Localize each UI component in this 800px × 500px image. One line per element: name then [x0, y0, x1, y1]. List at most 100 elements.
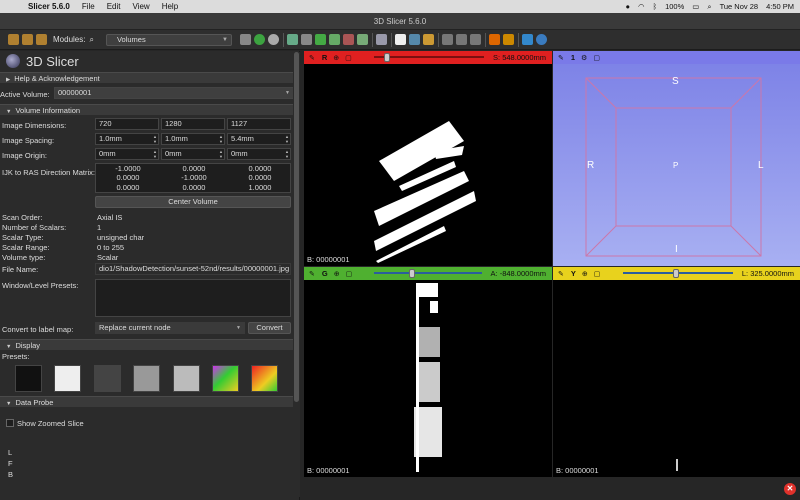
yellow-slice-view[interactable]: ✎ Y ⊕ ▢ L: 325.0000mm B: 00000001 [553, 267, 800, 477]
matrix-cell: 0.0000 [116, 183, 140, 192]
red-slice-view[interactable]: ✎ R ⊕ ▢ S: 548.0000mm B: 00000001 [304, 51, 552, 266]
segment-editor-icon[interactable] [356, 34, 368, 45]
ct-lung-preset-icon[interactable] [173, 365, 200, 392]
data-probe-section-header[interactable]: ▼ Data Probe [0, 396, 299, 407]
dti-preset-icon[interactable] [251, 365, 278, 392]
error-log-icon[interactable]: ✕ [784, 483, 796, 495]
ct-bone-preset-icon[interactable] [15, 365, 42, 392]
load-data-icon[interactable] [8, 34, 19, 45]
yellow-view-corner-annotation: B: 00000001 [556, 466, 599, 475]
3d-view[interactable]: ✎ 1 ⚙ ▢ S R L P I [553, 51, 800, 266]
matrix-cell: 0.0000 [182, 164, 206, 173]
scalar-type-row: Scalar Type: unsigned char [0, 232, 299, 242]
transforms-module-icon[interactable] [328, 34, 340, 45]
forward-arrow-icon[interactable] [267, 34, 279, 45]
spinbox-arrows-icon[interactable]: ▲ ▼ [285, 134, 289, 144]
markups-module-icon[interactable] [342, 34, 354, 45]
convert-label: Convert to label map: [2, 325, 74, 334]
image-dimensions-label: Image Dimensions: [2, 121, 67, 130]
display-section-header[interactable]: ▼ Display [0, 339, 299, 350]
extension-manager-icon[interactable] [521, 34, 533, 45]
scrollbar-thumb[interactable] [294, 52, 299, 402]
probe-readout: L F B [0, 448, 299, 482]
module-list-icon[interactable] [239, 34, 251, 45]
green-slice-view[interactable]: ✎ G ⊕ ▢ A: -848.0000mm B: 00000001 [304, 267, 552, 477]
volume-type-row: Volume type: Scalar [0, 252, 299, 262]
record-icon[interactable]: ● [626, 2, 631, 11]
spacing-y-spinbox[interactable]: 1.0mm ▲ ▼ [161, 133, 225, 145]
show-zoomed-slice-checkbox[interactable] [6, 419, 14, 427]
convert-option-selector[interactable]: Replace current node ▼ [95, 322, 245, 334]
volumes-module-icon[interactable] [300, 34, 312, 45]
models-module-icon[interactable] [314, 34, 326, 45]
spinbox-arrows-icon[interactable]: ▲ ▼ [153, 149, 157, 159]
ijk-matrix[interactable]: -1.0000 0.0000 0.0000 0.0000 -1.0000 0.0… [95, 163, 291, 193]
help-section-header[interactable]: ▶ Help & Acknowledgement [0, 72, 299, 83]
menu-view[interactable]: View [133, 2, 150, 11]
volume-info-section-header[interactable]: ▼ Volume Information [0, 104, 299, 115]
green-view-corner-annotation: B: 00000001 [307, 466, 350, 475]
spacing-z-value: 5.4mm [231, 134, 254, 143]
dimension-x-field: 720 [95, 118, 159, 130]
origin-x-spinbox[interactable]: 0mm ▲ ▼ [95, 148, 159, 160]
file-name-field[interactable]: dio1/ShadowDetection/sunset-52nd/results… [95, 263, 291, 275]
crosshair-icon[interactable] [488, 34, 500, 45]
search-icon[interactable]: ⌕ [707, 2, 711, 12]
crosshair-mode-icon[interactable] [408, 34, 420, 45]
wl-presets-row: Window/Level Presets: [0, 279, 299, 321]
matrix-cell: -1.0000 [115, 164, 141, 173]
module-search-icon[interactable]: ⌕ [89, 35, 93, 45]
origin-z-spinbox[interactable]: 0mm ▲ ▼ [227, 148, 291, 160]
time-label: 4:50 PM [766, 2, 794, 11]
bluetooth-icon[interactable]: ᛒ [653, 2, 658, 11]
toolbar-separator [390, 32, 392, 47]
matrix-cell: 0.0000 [116, 173, 140, 182]
active-volume-selector[interactable]: 00000001 ▼ [54, 87, 294, 99]
center-volume-button[interactable]: Center Volume [95, 196, 291, 208]
ct-abdomen-preset-icon[interactable] [94, 365, 121, 392]
wl-presets-list[interactable] [95, 279, 291, 317]
spinbox-arrows-icon[interactable]: ▲ ▼ [219, 149, 223, 159]
help-section-label: Help & Acknowledgement [14, 74, 100, 83]
window-level-icon[interactable] [469, 34, 481, 45]
num-scalars-value: 1 [97, 223, 102, 232]
python-console-icon[interactable] [535, 34, 547, 45]
ct-air-preset-icon[interactable] [54, 365, 81, 392]
ijk-matrix-row: IJK to RAS Direction Matrix: -1.0000 0.0… [0, 163, 299, 195]
spacing-z-spinbox[interactable]: 5.4mm ▲ ▼ [227, 133, 291, 145]
menu-file[interactable]: File [82, 2, 95, 11]
spinbox-arrows-icon[interactable]: ▲ ▼ [219, 134, 223, 144]
convert-button[interactable]: Convert [248, 322, 291, 334]
chevron-down-icon: ▼ [6, 344, 12, 350]
pointer-icon[interactable] [394, 34, 406, 45]
back-arrow-icon[interactable] [253, 34, 265, 45]
views-link-icon[interactable] [455, 34, 467, 45]
chevron-right-icon: ▶ [6, 77, 11, 83]
origin-y-spinbox[interactable]: 0mm ▲ ▼ [161, 148, 225, 160]
battery-icon[interactable]: ▭ [692, 2, 699, 11]
data-module-icon[interactable] [286, 34, 298, 45]
ruler-icon[interactable] [422, 34, 434, 45]
toolbar-separator [517, 32, 519, 47]
ct-brain-preset-icon[interactable] [133, 365, 160, 392]
spinbox-arrows-icon[interactable]: ▲ ▼ [153, 134, 157, 144]
wifi-icon[interactable]: ◠ [638, 2, 645, 11]
save-icon[interactable] [36, 34, 47, 45]
menu-edit[interactable]: Edit [107, 2, 121, 11]
menu-app-name[interactable]: Slicer 5.6.0 [28, 2, 70, 11]
toolbar-separator [371, 32, 373, 47]
fiducial-icon[interactable] [502, 34, 514, 45]
dimension-z-field: 1127 [227, 118, 291, 130]
chevron-down-icon: ▼ [6, 401, 12, 407]
spinbox-arrows-icon[interactable]: ▲ ▼ [285, 149, 289, 159]
screenshot-icon[interactable] [441, 34, 453, 45]
pet-preset-icon[interactable] [212, 365, 239, 392]
menu-help[interactable]: Help [162, 2, 178, 11]
module-panel-scrollbar[interactable] [293, 52, 300, 497]
layout-icon[interactable] [375, 34, 387, 45]
module-selector[interactable]: Volumes ▼ [105, 33, 232, 46]
dicom-icon[interactable] [22, 34, 33, 45]
spacing-x-spinbox[interactable]: 1.0mm ▲ ▼ [95, 133, 159, 145]
modules-label: Modules: [53, 35, 86, 44]
scalar-type-value: unsigned char [97, 233, 145, 242]
